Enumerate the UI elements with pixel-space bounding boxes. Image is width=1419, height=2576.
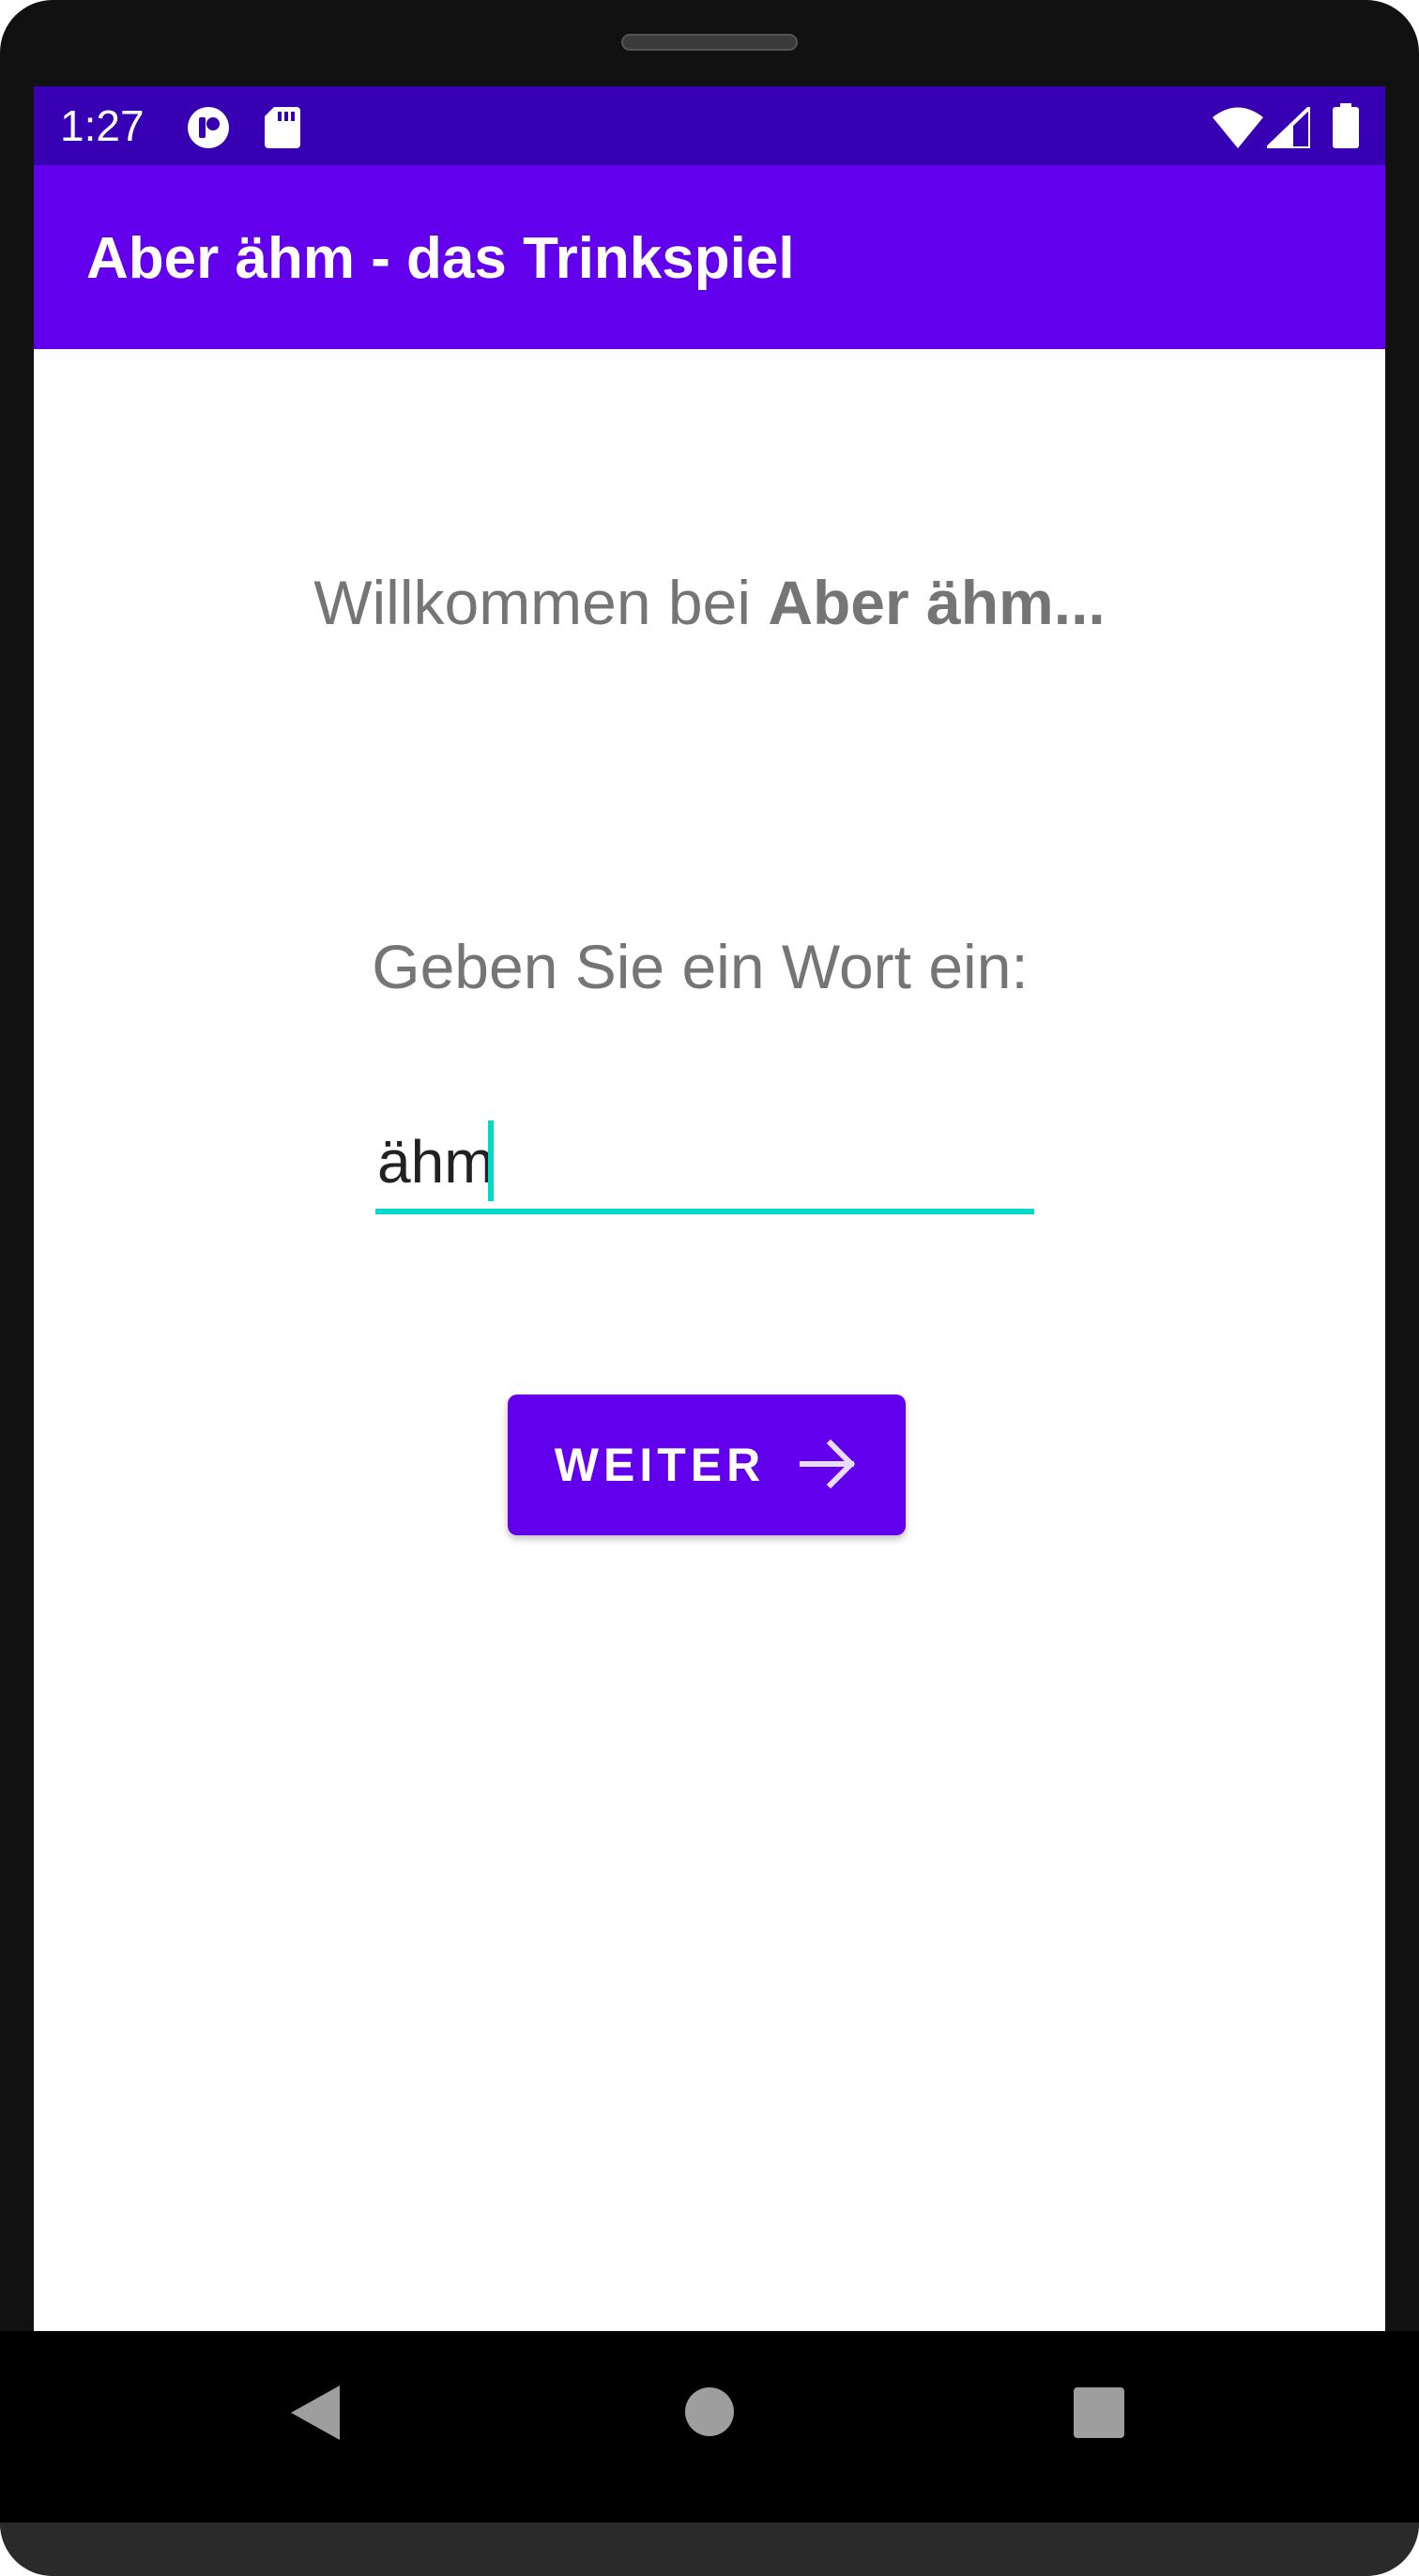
text-cursor [488, 1120, 494, 1201]
welcome-text: Willkommen bei Aber ähm... [34, 565, 1385, 640]
word-input-underline [375, 1209, 1034, 1214]
status-time: 1:27 [60, 101, 145, 150]
welcome-app-name: Aber ähm... [768, 568, 1106, 637]
welcome-prefix: Willkommen bei [313, 568, 769, 637]
home-icon[interactable] [685, 2387, 734, 2441]
device-bottom-edge [0, 2523, 1419, 2576]
sd-card-icon [265, 107, 300, 153]
arrow-right-icon [799, 1438, 859, 1493]
screen: 1:27 Aber ähm - das Trinkspiel Willkomme… [34, 86, 1385, 2331]
app-bar: Aber ähm - das Trinkspiel [34, 165, 1385, 349]
back-icon[interactable] [291, 2385, 340, 2445]
word-prompt-label: Geben Sie ein Wort ein: [372, 932, 1029, 1001]
earpiece-speaker [621, 34, 798, 51]
wifi-icon [1213, 107, 1263, 153]
navigation-bar [0, 2331, 1419, 2523]
app-title: Aber ähm - das Trinkspiel [86, 226, 795, 291]
recents-icon[interactable] [1074, 2387, 1124, 2443]
battery-icon [1333, 103, 1359, 153]
next-button-label: WEITER [554, 1439, 766, 1491]
app-notification-icon [186, 105, 231, 155]
word-input[interactable] [375, 1115, 1034, 1209]
next-button[interactable]: WEITER [508, 1395, 906, 1535]
status-bar: 1:27 [34, 86, 1385, 165]
word-input-container [375, 1115, 1034, 1218]
cell-signal-icon [1262, 102, 1312, 153]
device-frame: 1:27 Aber ähm - das Trinkspiel Willkomme… [0, 0, 1419, 2576]
